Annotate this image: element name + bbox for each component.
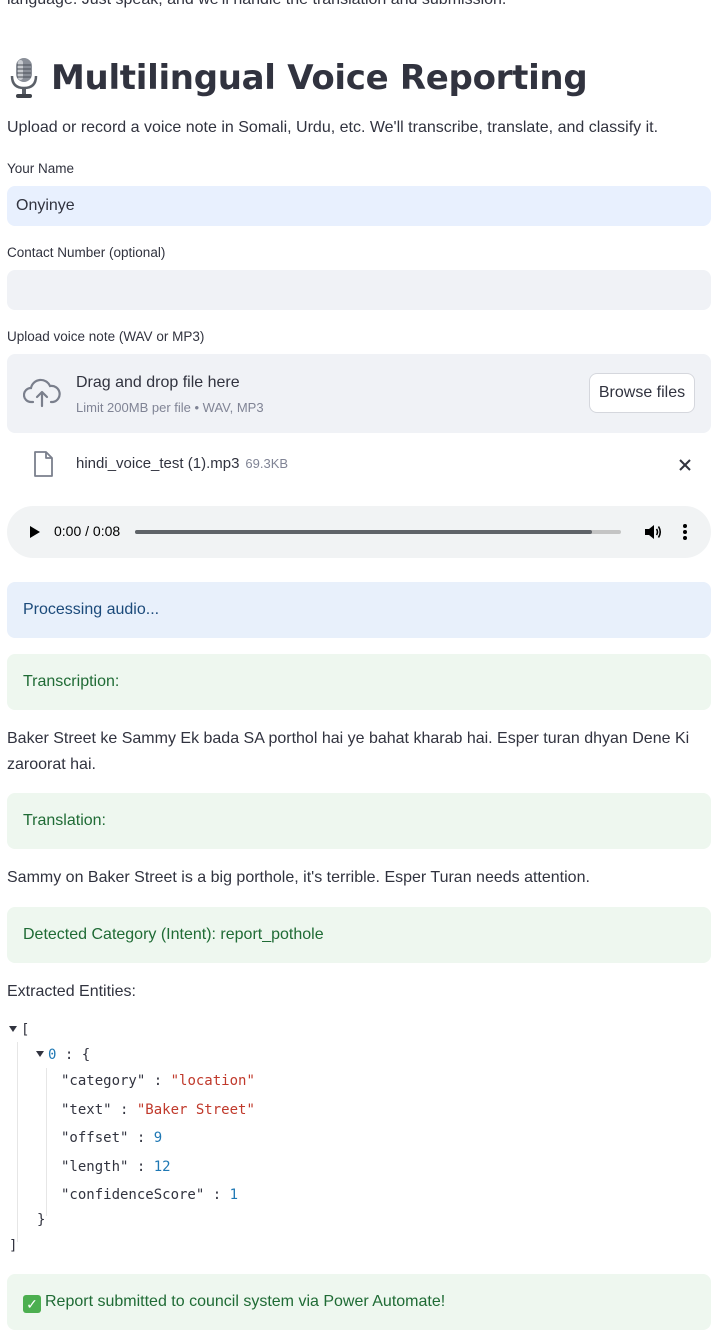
json-value: "Baker Street" [136, 1102, 255, 1118]
json-object-open: { [81, 1047, 91, 1063]
audio-time: 0:00 / 0:08 [54, 523, 121, 539]
remove-file-icon[interactable] [675, 455, 695, 475]
submitted-text: Report submitted to council system via P… [45, 1293, 446, 1310]
name-label: Your Name [7, 161, 75, 176]
json-value: "location" [170, 1073, 255, 1089]
json-index: 0 [48, 1047, 57, 1063]
json-key: "length" [61, 1159, 129, 1175]
cloud-upload-icon [23, 378, 61, 408]
processing-alert: Processing audio... [7, 582, 711, 638]
translation-text: Sammy on Baker Street is a big porthole,… [7, 869, 590, 886]
json-array-toggle[interactable]: [ [9, 1022, 29, 1038]
file-icon [34, 451, 53, 477]
check-icon: ✓ [23, 1295, 41, 1313]
dropzone-limit: Limit 200MB per file • WAV, MP3 [76, 400, 264, 415]
json-value: 12 [153, 1159, 171, 1175]
uploaded-file-row: hindi_voice_test (1).mp3 69.3KB [7, 443, 711, 487]
collapse-triangle-icon[interactable] [9, 1026, 17, 1032]
intro-text-cut: language. Just speak, and we'll handle t… [7, 0, 506, 9]
json-guide-line [17, 1042, 18, 1242]
transcription-alert: Transcription: [7, 654, 711, 710]
upload-label: Upload voice note (WAV or MP3) [7, 329, 205, 344]
file-name: hindi_voice_test (1).mp3 69.3KB [76, 455, 288, 472]
json-value: 1 [229, 1187, 239, 1203]
json-guide-line [46, 1068, 47, 1216]
play-icon[interactable] [25, 523, 43, 541]
json-close-bracket: ] [9, 1238, 18, 1254]
contact-input[interactable] [7, 270, 711, 310]
microphone-icon [10, 58, 38, 98]
name-input[interactable] [7, 186, 711, 226]
page-title-text: Multilingual Voice Reporting [51, 58, 588, 98]
audio-player: 0:00 / 0:08 [7, 506, 711, 558]
contact-label: Contact Number (optional) [7, 245, 166, 260]
volume-icon[interactable] [643, 522, 663, 542]
submitted-alert: ✓ Report submitted to council system via … [7, 1274, 711, 1330]
json-key: "text" [61, 1102, 112, 1118]
json-object-toggle[interactable]: 0 : { [36, 1047, 90, 1063]
file-name-text: hindi_voice_test (1).mp3 [76, 455, 240, 472]
json-row: "length" : 12 [61, 1159, 171, 1175]
more-options-icon[interactable] [679, 522, 691, 542]
json-row: "confidenceScore" : 1 [61, 1187, 239, 1203]
file-dropzone[interactable]: Drag and drop file here Limit 200MB per … [7, 354, 711, 433]
translation-alert: Translation: [7, 793, 711, 849]
json-key: "offset" [61, 1130, 129, 1146]
json-row: "offset" : 9 [61, 1130, 163, 1146]
json-key: "confidenceScore" [61, 1187, 205, 1203]
json-open-bracket: [ [21, 1022, 30, 1038]
audio-seek-bar[interactable] [135, 530, 621, 534]
dropzone-title: Drag and drop file here [76, 374, 240, 391]
json-key: "category" [61, 1073, 146, 1089]
json-row: "text" : "Baker Street" [61, 1102, 255, 1118]
page-title: Multilingual Voice Reporting [7, 56, 588, 100]
audio-buffered-fill [135, 530, 592, 534]
transcription-text: Baker Street ke Sammy Ek bada SA porthol… [7, 730, 690, 773]
entities-label: Extracted Entities: [7, 983, 136, 1000]
file-size: 69.3KB [245, 456, 289, 471]
page-subtitle: Upload or record a voice note in Somali,… [7, 119, 659, 136]
browse-files-button[interactable]: Browse files [589, 373, 695, 413]
json-object-close: } [37, 1212, 46, 1228]
json-row: "category" : "location" [61, 1073, 255, 1089]
category-alert: Detected Category (Intent): report_potho… [7, 907, 711, 963]
json-value: 9 [153, 1130, 163, 1146]
collapse-triangle-icon[interactable] [36, 1051, 44, 1057]
